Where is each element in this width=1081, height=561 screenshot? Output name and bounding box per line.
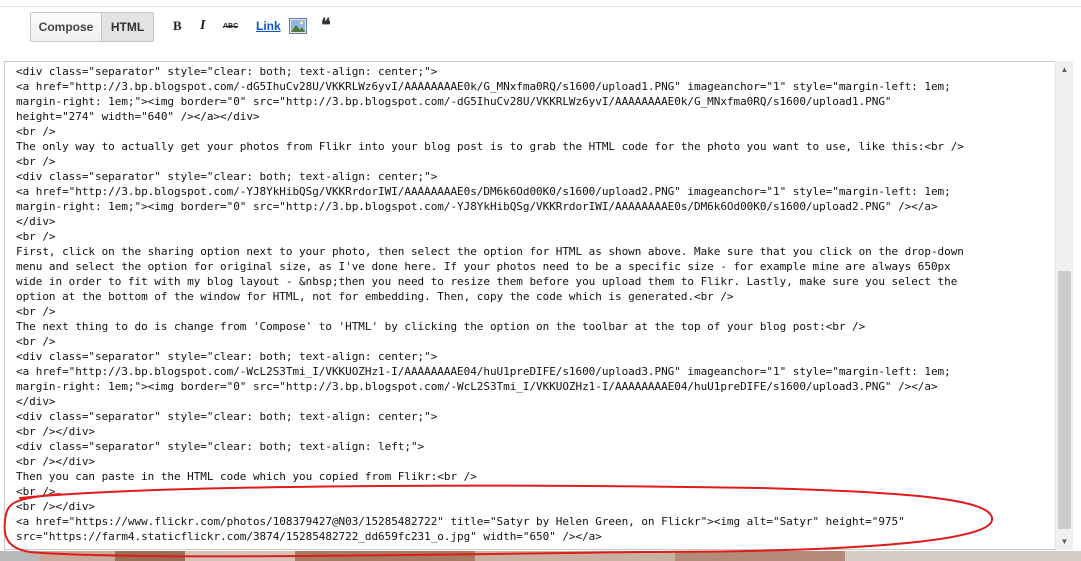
code-line: margin-right: 1em;"><img border="0" src=… (16, 380, 938, 393)
html-editor-textarea[interactable]: <div class="separator" style="clear: bot… (4, 61, 1056, 550)
code-line: <br /> (16, 485, 56, 498)
code-line: <br /></div> (16, 500, 95, 513)
code-line: The next thing to do is change from 'Com… (16, 320, 866, 333)
scroll-thumb[interactable] (1058, 271, 1071, 529)
code-line: First, click on the sharing option next … (16, 245, 964, 258)
editor-scrollbar[interactable]: ▲ ▼ (1055, 61, 1073, 550)
code-line: Then you can paste in the HTML code whic… (16, 470, 477, 483)
code-line: <br /> (16, 125, 56, 138)
image-icon (289, 18, 307, 34)
code-line: <br /> (16, 155, 56, 168)
link-button[interactable]: Link (256, 17, 281, 35)
blockquote-button[interactable]: ❝ (321, 15, 331, 35)
code-line: <a href="https://www.flickr.com/photos/1… (16, 515, 905, 528)
code-line: <div class="separator" style="clear: bot… (16, 440, 425, 453)
code-line: <div class="separator" style="clear: bot… (16, 410, 438, 423)
code-line: wide in order to fit with my blog layout… (16, 275, 958, 288)
code-line: height="274" width="640" /></a></div> (16, 110, 260, 123)
code-line: <br /> (16, 305, 56, 318)
code-line: <br /></div> (16, 425, 95, 438)
code-line: <div class="separator" style="clear: bot… (16, 65, 438, 78)
code-line: </div> (16, 215, 56, 228)
bold-button[interactable]: B (173, 17, 182, 35)
toolbar-divider (0, 6, 1081, 7)
code-line: menu and select the option for original … (16, 260, 951, 273)
italic-button[interactable]: I (200, 17, 205, 35)
code-line: <br /> (16, 230, 56, 243)
code-line: src="https://farm4.staticflickr.com/3874… (16, 530, 602, 543)
insert-image-button[interactable] (289, 17, 307, 35)
code-line: option at the bottom of the window for H… (16, 290, 734, 303)
code-line: <div class="separator" style="clear: bot… (16, 350, 438, 363)
code-line: margin-right: 1em;"><img border="0" src=… (16, 200, 938, 213)
code-line: The only way to actually get your photos… (16, 140, 964, 153)
scroll-down-arrow-icon[interactable]: ▼ (1056, 533, 1073, 550)
code-line: <br /> (16, 335, 56, 348)
scroll-up-arrow-icon[interactable]: ▲ (1056, 61, 1073, 78)
code-line: <a href="http://3.bp.blogspot.com/-YJ8Yk… (16, 185, 951, 198)
code-line: margin-right: 1em;"><img border="0" src=… (16, 95, 892, 108)
editor-toolbar: Compose HTML B I ABC Link ❝ (0, 0, 1081, 50)
code-line: <a href="http://3.bp.blogspot.com/-WcL2S… (16, 365, 951, 378)
code-line: <a href="http://3.bp.blogspot.com/-dG5Ih… (16, 80, 951, 93)
strikethrough-button[interactable]: ABC (223, 17, 238, 35)
code-line: <br /></div> (16, 455, 95, 468)
html-source-text: <div class="separator" style="clear: bot… (16, 64, 1052, 544)
code-line: <div class="separator" style="clear: bot… (16, 170, 438, 183)
code-line: </div> (16, 395, 56, 408)
taskbar-strip (0, 551, 1081, 561)
compose-mode-button[interactable]: Compose (30, 12, 102, 42)
mode-toggle: Compose HTML (30, 12, 154, 42)
html-mode-button[interactable]: HTML (102, 12, 154, 42)
